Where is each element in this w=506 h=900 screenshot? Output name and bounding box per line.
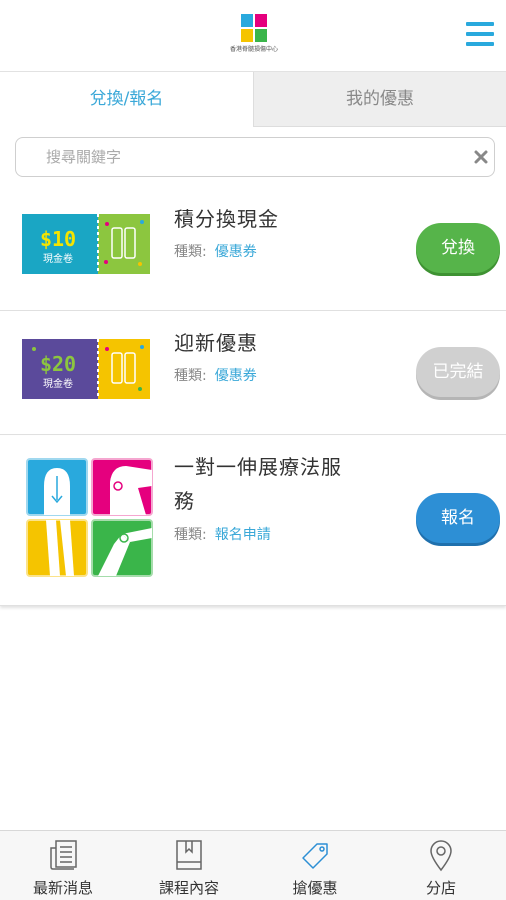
close-icon[interactable] (471, 147, 491, 167)
nav-item-courses[interactable]: 課程內容 (126, 831, 252, 900)
register-button[interactable]: 報名 (416, 493, 500, 543)
redeem-button[interactable]: 兌換 (416, 223, 500, 273)
location-pin-icon (430, 840, 452, 872)
offer-title: 迎新優惠 (174, 331, 258, 355)
offer-item[interactable]: $10 現金卷 積分換現金 種類: 優惠券 兌換 (0, 188, 506, 311)
book-icon (176, 840, 202, 870)
offer-item[interactable]: $20 現金卷 迎新優惠 種類: 優惠券 已完結 (0, 312, 506, 435)
type-value: 優惠券 (214, 368, 257, 384)
voucher-caption: 現金卷 (43, 377, 73, 390)
nav-label: 最新消息 (32, 879, 93, 897)
voucher-caption: 現金卷 (43, 252, 73, 265)
tag-icon (302, 843, 328, 869)
type-label: 種類: (174, 368, 207, 384)
cash-voucher-10-image: $10 現金卷 (22, 214, 150, 274)
nav-label: 課程內容 (158, 879, 219, 897)
offer-type: 種類: 報名申請 (174, 524, 271, 544)
stretching-therapy-image (26, 458, 153, 577)
newspaper-icon (50, 840, 77, 870)
logo-text: 香港脊髓損傷中心 (229, 46, 278, 53)
app-header: 香港脊髓損傷中心 (0, 0, 506, 72)
tab-my-offers[interactable]: 我的優惠 (253, 72, 506, 127)
bottom-nav: 最新消息 課程內容 搶優惠 分店 (0, 830, 506, 900)
logo-mark (241, 14, 267, 42)
ended-button: 已完結 (416, 347, 500, 397)
search-input[interactable] (46, 143, 446, 171)
nav-item-offers[interactable]: 搶優惠 (252, 831, 378, 900)
offer-type: 種類: 優惠券 (174, 241, 257, 261)
offer-title-line2: 務 (174, 489, 195, 513)
cash-voucher-20-image: $20 現金卷 (22, 339, 150, 399)
nav-label: 分店 (425, 879, 456, 897)
type-label: 種類: (174, 244, 207, 260)
voucher-amount: $10 (40, 227, 76, 251)
app-logo: 香港脊髓損傷中心 (227, 14, 281, 56)
offer-title: 一對一伸展療法服 (174, 455, 342, 479)
tab-bar: 兌換/報名 我的優惠 (0, 72, 506, 127)
voucher-amount: $20 (40, 352, 76, 376)
nav-label: 搶優惠 (292, 879, 338, 897)
tab-redeem-register[interactable]: 兌換/報名 (0, 72, 253, 127)
nav-item-branches[interactable]: 分店 (378, 831, 504, 900)
nav-item-news[interactable]: 最新消息 (0, 831, 126, 900)
search-box (15, 137, 495, 177)
type-label: 種類: (174, 527, 207, 543)
offer-type: 種類: 優惠券 (174, 365, 257, 385)
offer-title: 積分換現金 (174, 207, 279, 231)
type-value: 報名申請 (214, 527, 271, 543)
hamburger-menu-icon[interactable] (466, 20, 496, 48)
type-value: 優惠券 (214, 244, 257, 260)
offer-item[interactable]: 一對一伸展療法服 務 種類: 報名申請 報名 (0, 436, 506, 606)
